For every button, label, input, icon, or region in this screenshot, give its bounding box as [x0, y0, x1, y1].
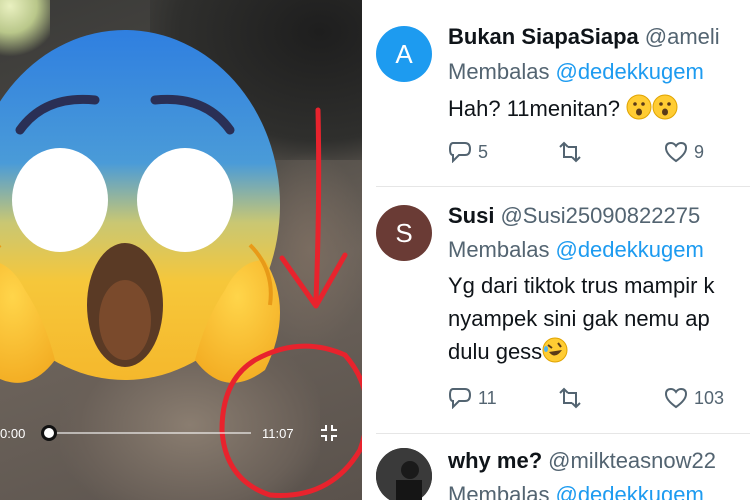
video-controls: 0:00 11:07 — [0, 420, 362, 446]
tweet-header: Susi @Susi25090822275 — [448, 203, 700, 229]
hushed-face-icon — [626, 94, 678, 120]
tweet-actions: 11 103 — [448, 387, 750, 415]
display-name[interactable]: Susi — [448, 203, 494, 228]
reply-context: Membalas @dedekkugem — [448, 482, 704, 500]
retweet-button[interactable] — [556, 141, 590, 163]
mention-link[interactable]: @dedekkugem — [555, 482, 703, 500]
display-name[interactable]: why me? — [448, 448, 542, 473]
like-button[interactable]: 9 — [664, 141, 704, 163]
like-button[interactable]: 103 — [664, 387, 724, 409]
tweet-text-line: dulu gess — [448, 337, 568, 367]
user-handle[interactable]: @milkteasnow22 — [548, 448, 716, 473]
heart-icon — [664, 387, 688, 409]
avatar[interactable] — [376, 448, 432, 500]
panel-divider — [362, 0, 376, 500]
tweet-header: Bukan SiapaSiapa @ameli — [448, 24, 720, 50]
reply-thread: A Bukan SiapaSiapa @ameli Membalas @dedekk… — [376, 0, 750, 500]
heart-icon — [664, 141, 688, 163]
reply-button[interactable]: 5 — [448, 141, 488, 163]
tweet-header: why me? @milkteasnow22 — [448, 448, 716, 474]
video-player[interactable]: 0:00 11:07 — [0, 0, 362, 500]
face-screaming-in-fear-icon — [0, 30, 280, 383]
retweet-icon — [559, 141, 581, 163]
exit-fullscreen-icon[interactable] — [318, 422, 340, 444]
reply-context: Membalas @dedekkugem — [448, 237, 704, 262]
seek-bar[interactable] — [56, 432, 251, 434]
like-count: 103 — [694, 387, 725, 408]
user-handle[interactable]: @ameli — [645, 24, 720, 49]
profile-photo-icon — [376, 448, 432, 500]
tweet-text-line: nyampek sini gak nemu ap — [448, 306, 710, 331]
tweet[interactable]: A Bukan SiapaSiapa @ameli Membalas @dedekk… — [376, 0, 750, 185]
avatar[interactable]: S — [376, 205, 432, 261]
mention-link[interactable]: @dedekkugem — [555, 59, 703, 84]
tweet-actions: 5 9 — [448, 141, 750, 169]
tweet[interactable]: why me? @milkteasnow22 Membalas @dedekkuge… — [376, 434, 750, 500]
reply-count: 11 — [478, 387, 497, 408]
tweet-text: Hah? 11menitan? — [448, 94, 678, 124]
display-name[interactable]: Bukan SiapaSiapa — [448, 24, 639, 49]
retweet-button[interactable] — [556, 387, 590, 409]
tweet[interactable]: S Susi @Susi25090822275 Membalas @dedekkug… — [376, 187, 750, 433]
like-count: 9 — [694, 141, 705, 162]
avatar[interactable]: A — [376, 26, 432, 82]
current-time: 0:00 — [0, 426, 26, 441]
reply-icon — [448, 388, 472, 409]
reply-button[interactable]: 11 — [448, 387, 497, 409]
video-duration: 11:07 — [262, 426, 294, 441]
reply-context: Membalas @dedekkugem — [448, 59, 704, 84]
retweet-icon — [559, 387, 581, 409]
mention-link[interactable]: @dedekkugem — [555, 237, 703, 262]
reply-icon — [448, 142, 472, 163]
reply-count: 5 — [478, 141, 489, 162]
user-handle[interactable]: @Susi25090822275 — [500, 203, 700, 228]
tweet-text-line: Yg dari tiktok trus mampir k — [448, 273, 715, 298]
rolling-on-the-floor-laughing-icon — [542, 337, 568, 363]
seek-handle[interactable] — [41, 425, 57, 441]
